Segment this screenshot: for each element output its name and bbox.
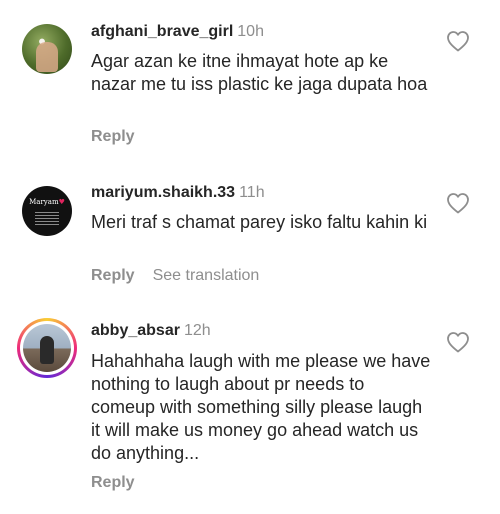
avatar-story-ring[interactable] <box>17 318 77 378</box>
comment-item: abby_absar 12h Hahahhaha laugh with me pl… <box>0 0 500 514</box>
reply-button[interactable]: Reply <box>91 474 135 491</box>
avatar-photo-detail <box>40 336 54 364</box>
avatar <box>23 324 71 372</box>
comment-text: Hahahhaha laugh with me please we have n… <box>91 351 431 463</box>
comment-actions: Reply <box>91 474 153 492</box>
timestamp: 12h <box>183 322 211 339</box>
comment-header: abby_absar 12h <box>91 322 211 340</box>
username[interactable]: abby_absar <box>91 322 180 339</box>
heart-outline-icon[interactable] <box>446 331 470 353</box>
story-ring-gap <box>20 321 74 375</box>
